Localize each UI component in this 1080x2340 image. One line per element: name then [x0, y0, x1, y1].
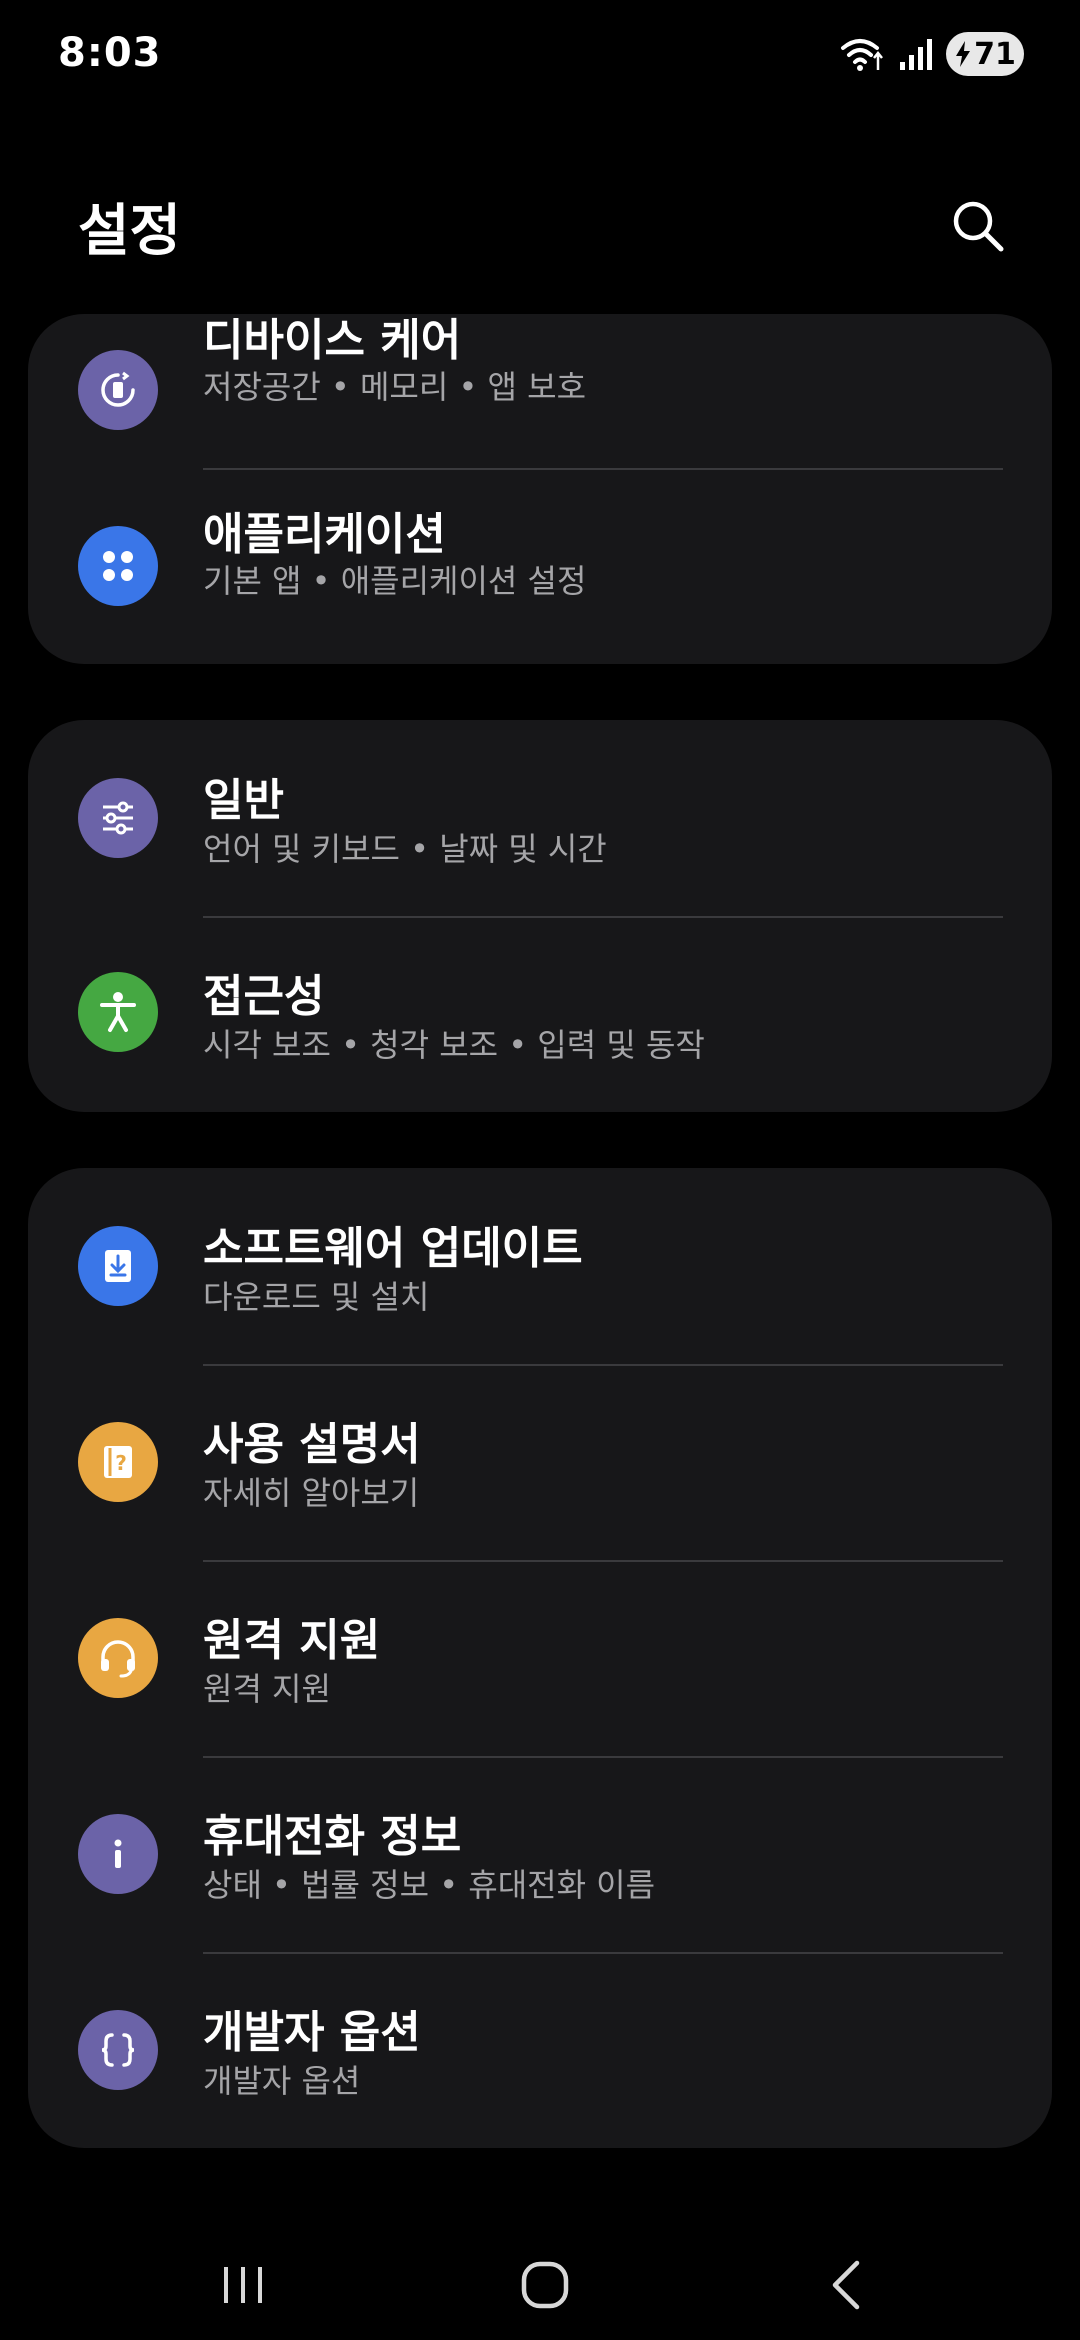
- item-title: 휴대전화 정보: [203, 1811, 462, 1862]
- bolt-icon: [956, 41, 971, 67]
- item-subtitle: 저장공간 • 메모리 • 앱 보호: [203, 368, 587, 406]
- home-icon: [521, 2261, 569, 2309]
- headset-icon: [78, 1618, 158, 1698]
- battery-level: 71: [974, 36, 1016, 72]
- item-subtitle: 언어 및 키보드 • 날짜 및 시간: [203, 830, 607, 868]
- item-title: 사용 설명서: [203, 1419, 421, 1470]
- settings-item-device-care[interactable]: 디바이스 케어 저장공간 • 메모리 • 앱 보호: [28, 314, 1052, 490]
- item-subtitle: 시각 보조 • 청각 보조 • 입력 및 동작: [203, 1026, 705, 1064]
- page-title: 설정: [78, 199, 182, 264]
- item-subtitle: 원격 지원: [203, 1670, 331, 1708]
- info-icon: [78, 1814, 158, 1894]
- settings-card-2: 일반 언어 및 키보드 • 날짜 및 시간 접근성 시각 보조 • 청각 보조 …: [28, 720, 1052, 1112]
- sliders-icon: [78, 778, 158, 858]
- wifi-icon: [841, 39, 883, 71]
- device-care-icon: [78, 350, 158, 430]
- recent-apps-icon: [224, 2267, 262, 2303]
- status-time: 8:03: [58, 30, 162, 76]
- settings-item-general[interactable]: 일반 언어 및 키보드 • 날짜 및 시간: [28, 720, 1052, 916]
- item-subtitle: 자세히 알아보기: [203, 1474, 420, 1512]
- settings-item-developer-options[interactable]: 개발자 옵션 개발자 옵션: [28, 1952, 1052, 2148]
- settings-item-applications[interactable]: 애플리케이션 기본 앱 • 애플리케이션 설정: [28, 470, 1052, 664]
- item-title: 일반: [203, 775, 284, 826]
- search-icon: [953, 201, 1004, 252]
- settings-item-phone-info[interactable]: 휴대전화 정보 상태 • 법률 정보 • 휴대전화 이름: [28, 1756, 1052, 1952]
- signal-icon: [900, 39, 932, 70]
- item-title: 애플리케이션: [203, 509, 446, 560]
- item-subtitle: 다운로드 및 설치: [203, 1278, 430, 1316]
- item-subtitle: 상태 • 법률 정보 • 휴대전화 이름: [203, 1866, 656, 1904]
- settings-card-1: 디바이스 케어 저장공간 • 메모리 • 앱 보호 애플리케이션 기본 앱 • …: [28, 314, 1052, 664]
- item-title: 원격 지원: [203, 1615, 381, 1666]
- item-subtitle: 기본 앱 • 애플리케이션 설정: [203, 562, 587, 600]
- status-icons: 71: [840, 30, 1024, 78]
- battery-charging-icon: 71: [946, 32, 1024, 76]
- back-button[interactable]: [802, 2240, 892, 2330]
- software-update-icon: [78, 1226, 158, 1306]
- item-subtitle: 개발자 옵션: [203, 2062, 361, 2100]
- svg-text:?: ?: [115, 1451, 127, 1475]
- user-manual-icon: ?: [78, 1422, 158, 1502]
- navigation-bar: [0, 2220, 1080, 2340]
- back-icon: [832, 2260, 860, 2310]
- item-title: 접근성: [203, 971, 325, 1022]
- item-title: 디바이스 케어: [203, 315, 462, 366]
- recent-apps-button[interactable]: [198, 2240, 288, 2330]
- home-button[interactable]: [500, 2240, 590, 2330]
- developer-options-icon: [78, 2010, 158, 2090]
- search-button[interactable]: [946, 194, 1010, 258]
- settings-item-software-update[interactable]: 소프트웨어 업데이트 다운로드 및 설치: [28, 1168, 1052, 1364]
- item-title: 개발자 옵션: [203, 2007, 421, 2058]
- settings-item-user-manual[interactable]: ? 사용 설명서 자세히 알아보기: [28, 1364, 1052, 1560]
- settings-item-remote-support[interactable]: 원격 지원 원격 지원: [28, 1560, 1052, 1756]
- settings-card-3: 소프트웨어 업데이트 다운로드 및 설치 ? 사용 설명서 자세히 알아보기 원…: [28, 1168, 1052, 2148]
- item-title: 소프트웨어 업데이트: [203, 1223, 583, 1274]
- accessibility-icon: [78, 972, 158, 1052]
- status-bar: 8:03 71: [0, 0, 1080, 110]
- apps-icon: [78, 526, 158, 606]
- settings-item-accessibility[interactable]: 접근성 시각 보조 • 청각 보조 • 입력 및 동작: [28, 916, 1052, 1112]
